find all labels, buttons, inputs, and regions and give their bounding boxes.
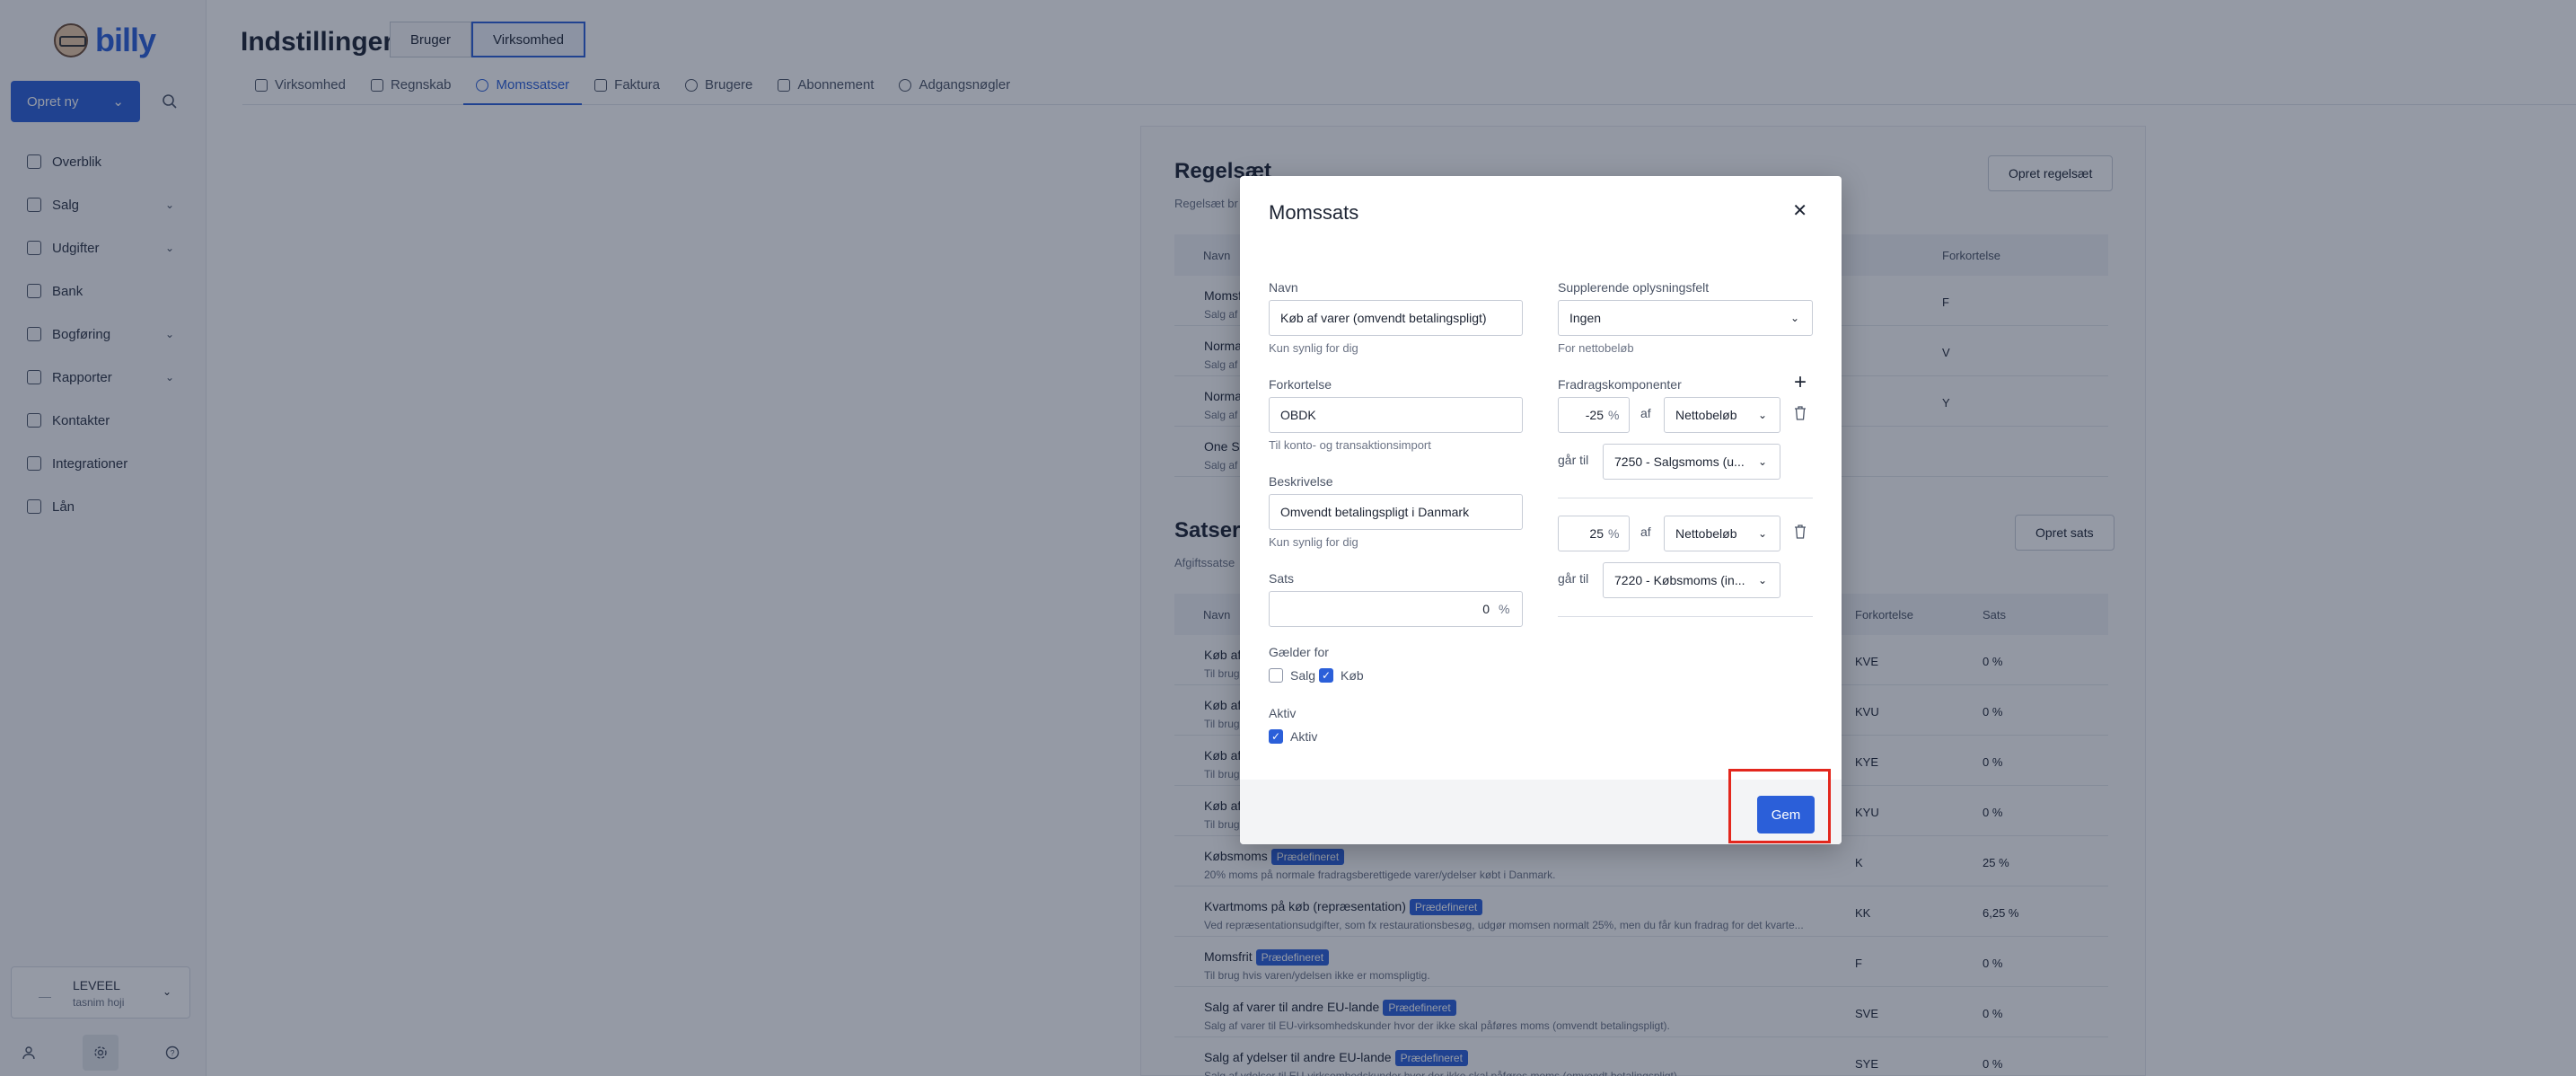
chevron-down-icon: ⌄	[1757, 574, 1767, 587]
add-component-plus-icon[interactable]: +	[1794, 370, 1807, 395]
component-1-base-value: Nettobeløb	[1675, 408, 1737, 422]
name-label: Navn	[1269, 280, 1298, 295]
abbr-hint: Til konto- og transaktionsimport	[1269, 438, 1431, 452]
applies-for-label: Gælder for	[1269, 645, 1329, 659]
component-2-of-label: af	[1640, 525, 1651, 539]
save-button-highlight	[1728, 769, 1831, 843]
description-label: Beskrivelse	[1269, 474, 1333, 489]
extra-field-hint: For nettobeløb	[1558, 341, 1634, 355]
name-field[interactable]: Køb af varer (omvendt betalingspligt)	[1269, 300, 1523, 336]
chevron-down-icon: ⌄	[1757, 527, 1767, 540]
component-1-account-value: 7250 - Salgsmoms (u...	[1614, 454, 1745, 469]
component-2-account-value: 7220 - Købsmoms (in...	[1614, 573, 1745, 587]
sales-checkbox-label: Salg	[1290, 668, 1316, 683]
active-label: Aktiv	[1269, 706, 1297, 720]
extra-field-value: Ingen	[1569, 311, 1602, 325]
description-hint: Kun synlig for dig	[1269, 535, 1358, 549]
active-checkbox[interactable]: ✓	[1269, 729, 1283, 744]
component-divider	[1558, 616, 1813, 617]
component-1-goes-to-label: går til	[1558, 453, 1589, 467]
trash-icon[interactable]	[1791, 404, 1809, 422]
rate-label: Sats	[1269, 571, 1295, 586]
component-2-base-select[interactable]: Nettobeløb ⌄	[1664, 516, 1780, 551]
rate-unit: %	[1499, 602, 1510, 616]
app: billy Opret ny ⌄ Overblik Salg ⌄ Udgifter…	[0, 0, 2576, 1076]
purchase-checkbox-label: Køb	[1341, 668, 1364, 683]
close-icon[interactable]: ✕	[1792, 199, 1807, 222]
modal-title: Momssats	[1269, 201, 1359, 224]
component-1-base-select[interactable]: Nettobeløb ⌄	[1664, 397, 1780, 433]
trash-icon[interactable]	[1791, 523, 1809, 541]
component-2-base-value: Nettobeløb	[1675, 526, 1737, 541]
components-label: Fradragskomponenter	[1558, 377, 1682, 392]
chevron-down-icon: ⌄	[1757, 455, 1767, 468]
component-1-account-select[interactable]: 7250 - Salgsmoms (u... ⌄	[1603, 444, 1780, 480]
component-2-percent-unit: %	[1608, 526, 1620, 541]
abbr-label: Forkortelse	[1269, 377, 1332, 392]
vat-rate-modal: Momssats ✕ Navn Køb af varer (omvendt be…	[1240, 176, 1842, 844]
description-field[interactable]: Omvendt betalingspligt i Danmark	[1269, 494, 1523, 530]
active-checkbox-label: Aktiv	[1290, 729, 1318, 744]
component-1-of-label: af	[1640, 406, 1651, 420]
component-2-goes-to-label: går til	[1558, 571, 1589, 586]
purchase-checkbox[interactable]: ✓	[1319, 668, 1333, 683]
chevron-down-icon: ⌄	[1789, 312, 1799, 324]
chevron-down-icon: ⌄	[1757, 409, 1767, 421]
abbr-field[interactable]: OBDK	[1269, 397, 1523, 433]
rate-field[interactable]: 0	[1269, 591, 1523, 627]
name-hint: Kun synlig for dig	[1269, 341, 1358, 355]
sales-checkbox[interactable]	[1269, 668, 1283, 683]
component-1-percent-unit: %	[1608, 408, 1620, 422]
extra-field-select[interactable]: Ingen ⌄	[1558, 300, 1813, 336]
extra-field-label: Supplerende oplysningsfelt	[1558, 280, 1710, 295]
component-2-account-select[interactable]: 7220 - Købsmoms (in... ⌄	[1603, 562, 1780, 598]
